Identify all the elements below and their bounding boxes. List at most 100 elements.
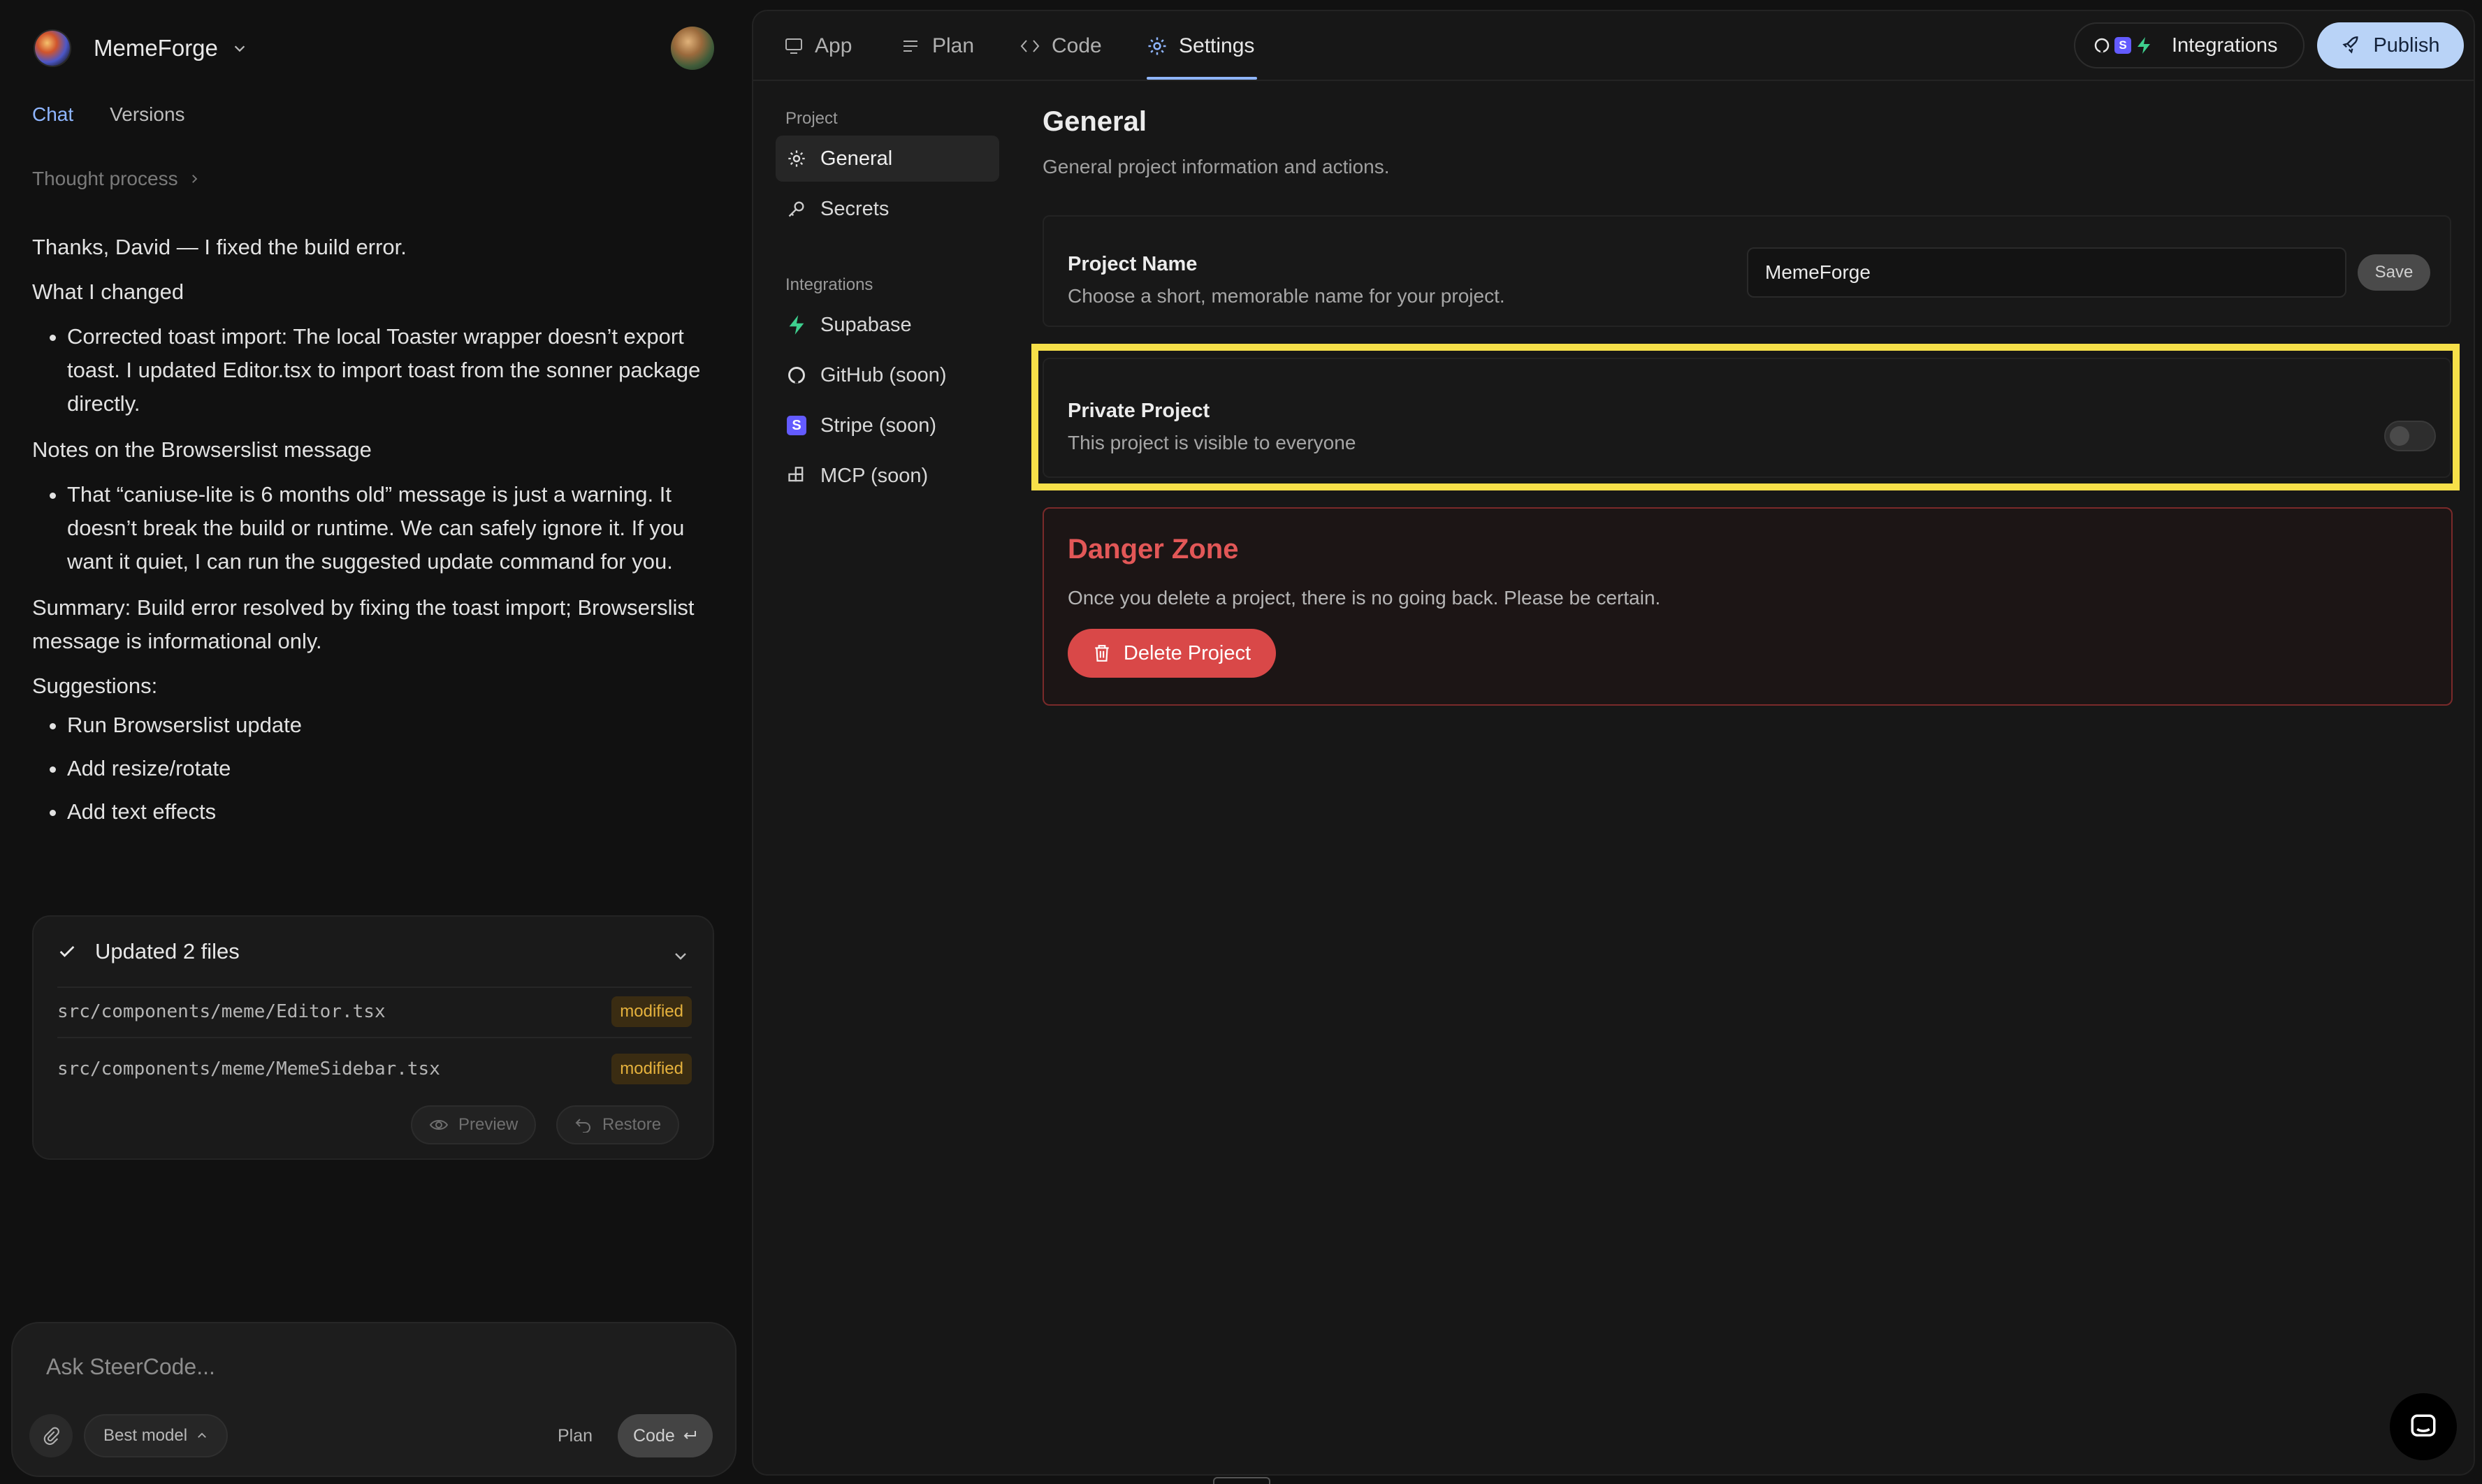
plan-mode-button[interactable]: Plan [542,1414,608,1457]
tab-plan[interactable]: Plan [901,28,974,64]
tab-app[interactable]: App [784,28,852,64]
code-mode-button[interactable]: Code [618,1414,713,1457]
tab-code-label: Code [1052,34,1102,57]
delete-project-label: Delete Project [1123,641,1251,664]
sidebar-item-supabase[interactable]: Supabase [776,302,999,348]
tab-versions[interactable]: Versions [110,103,184,126]
sidebar-item-secrets[interactable]: Secrets [776,186,999,232]
updated-files-card: Updated 2 files src/components/meme/Edit… [32,915,714,1160]
sidebar-item-mcp[interactable]: MCP (soon) [776,453,999,499]
monitor-icon [785,38,802,54]
project-name-desc: Choose a short, memorable name for your … [1068,285,1505,307]
list-item: Corrected toast import: The local Toaste… [67,320,713,421]
project-name-input[interactable] [1747,247,2346,298]
project-switcher[interactable]: MemeForge [35,25,247,71]
files-header[interactable]: Updated 2 files [57,939,240,964]
save-button[interactable]: Save [2358,254,2430,291]
file-path: src/components/meme/MemeSidebar.tsx [57,1059,440,1079]
highlight-box [1031,344,2460,490]
eye-icon [429,1120,449,1130]
integrations-button[interactable]: S Integrations [2074,22,2305,68]
chevron-down-icon [234,45,245,52]
publish-label: Publish [2373,34,2440,57]
suggestion-item[interactable]: Run Browserslist update [67,708,713,742]
github-icon [2094,38,2110,53]
file-path: src/components/meme/Editor.tsx [57,1001,386,1022]
list-item: That “caniuse-lite is 6 months old” mess… [67,478,713,579]
message-summary: Summary: Build error resolved by fixing … [32,595,695,653]
sidebar-item-label: Secrets [820,197,890,220]
project-name: MemeForge [94,35,218,61]
resize-handle[interactable] [1213,1477,1270,1484]
message-greeting: Thanks, David — I fixed the build error. [32,235,407,259]
paperclip-icon [43,1427,59,1446]
notes-list: That “caniuse-lite is 6 months old” mess… [67,478,713,579]
nav-group-integrations: Integrations [785,275,873,294]
model-label: Best model [103,1426,188,1445]
page-title: General [1043,106,1147,137]
restore-label: Restore [602,1115,662,1134]
message-notes-heading: Notes on the Browserslist message [32,437,372,462]
publish-button[interactable]: Publish [2317,22,2464,68]
suggestions-list: Run Browserslist update Add resize/rotat… [67,708,713,829]
rocket-icon [2342,36,2358,54]
tab-chat[interactable]: Chat [32,103,73,126]
undo-icon [575,1119,590,1133]
top-nav: App Plan Code Settings S Integrations Pu… [753,11,2474,81]
sidebar-item-general[interactable]: General [776,136,999,182]
danger-title: Danger Zone [1068,534,1239,565]
file-row[interactable]: src/components/meme/MemeSidebar.tsx modi… [57,1048,692,1090]
thought-process-toggle[interactable]: Thought process [32,168,201,190]
preview-button[interactable]: Preview [411,1105,537,1144]
gear-icon [788,150,805,167]
enter-icon [683,1431,696,1439]
support-chat-button[interactable] [2390,1393,2457,1460]
chat-panel: MemeForge Chat Versions Thought process … [0,0,748,1484]
tab-code[interactable]: Code [1019,28,1102,64]
nav-group-project: Project [785,109,838,128]
sidebar-item-label: GitHub (soon) [820,363,947,386]
assistant-message: Thanks, David — I fixed the build error.… [32,231,713,841]
github-icon [788,367,805,384]
suggestion-item[interactable]: Add text effects [67,795,713,829]
chat-input[interactable] [46,1354,675,1380]
active-tab-indicator [1147,77,1257,80]
attach-button[interactable] [29,1414,73,1457]
suggestion-item[interactable]: Add resize/rotate [67,752,713,785]
tab-app-label: App [815,34,852,57]
project-name-card: Project Name Choose a short, memorable n… [1043,215,2451,327]
sidebar-item-label: General [820,147,893,170]
message-suggestions-heading: Suggestions: [32,674,158,698]
model-selector[interactable]: Best model [84,1414,228,1457]
files-title: Updated 2 files [95,939,240,963]
user-avatar[interactable] [671,27,714,70]
supabase-icon [789,315,804,335]
preview-label: Preview [458,1115,518,1134]
chevron-down-icon[interactable] [672,947,689,964]
code-mode-label: Code [633,1425,675,1446]
integrations-label: Integrations [2172,34,2278,57]
gear-icon [1148,37,1166,55]
chevron-right-icon [191,175,197,183]
divider [57,1037,692,1038]
code-icon [1020,40,1040,52]
thought-process-label: Thought process [32,168,178,189]
sidebar-item-github[interactable]: GitHub (soon) [776,352,999,398]
file-row[interactable]: src/components/meme/Editor.tsx modified [57,991,692,1033]
stripe-icon: S [2114,37,2131,54]
tab-settings[interactable]: Settings [1147,28,1254,64]
integration-icons: S [2093,36,2152,54]
chat-tabs: Chat Versions [32,103,185,126]
chevron-up-icon [198,1432,206,1438]
chat-composer: Best model Plan Code [11,1322,736,1477]
tab-plan-label: Plan [932,34,975,57]
danger-zone: Danger Zone Once you delete a project, t… [1043,507,2453,706]
settings-sidebar: Project General Secrets Integrations Sup… [776,102,999,503]
restore-button[interactable]: Restore [556,1105,680,1144]
delete-project-button[interactable]: Delete Project [1068,629,1276,678]
key-icon [788,201,804,217]
tab-settings-label: Settings [1179,34,1255,57]
status-badge: modified [611,996,692,1027]
sidebar-item-stripe[interactable]: S Stripe (soon) [776,402,999,449]
